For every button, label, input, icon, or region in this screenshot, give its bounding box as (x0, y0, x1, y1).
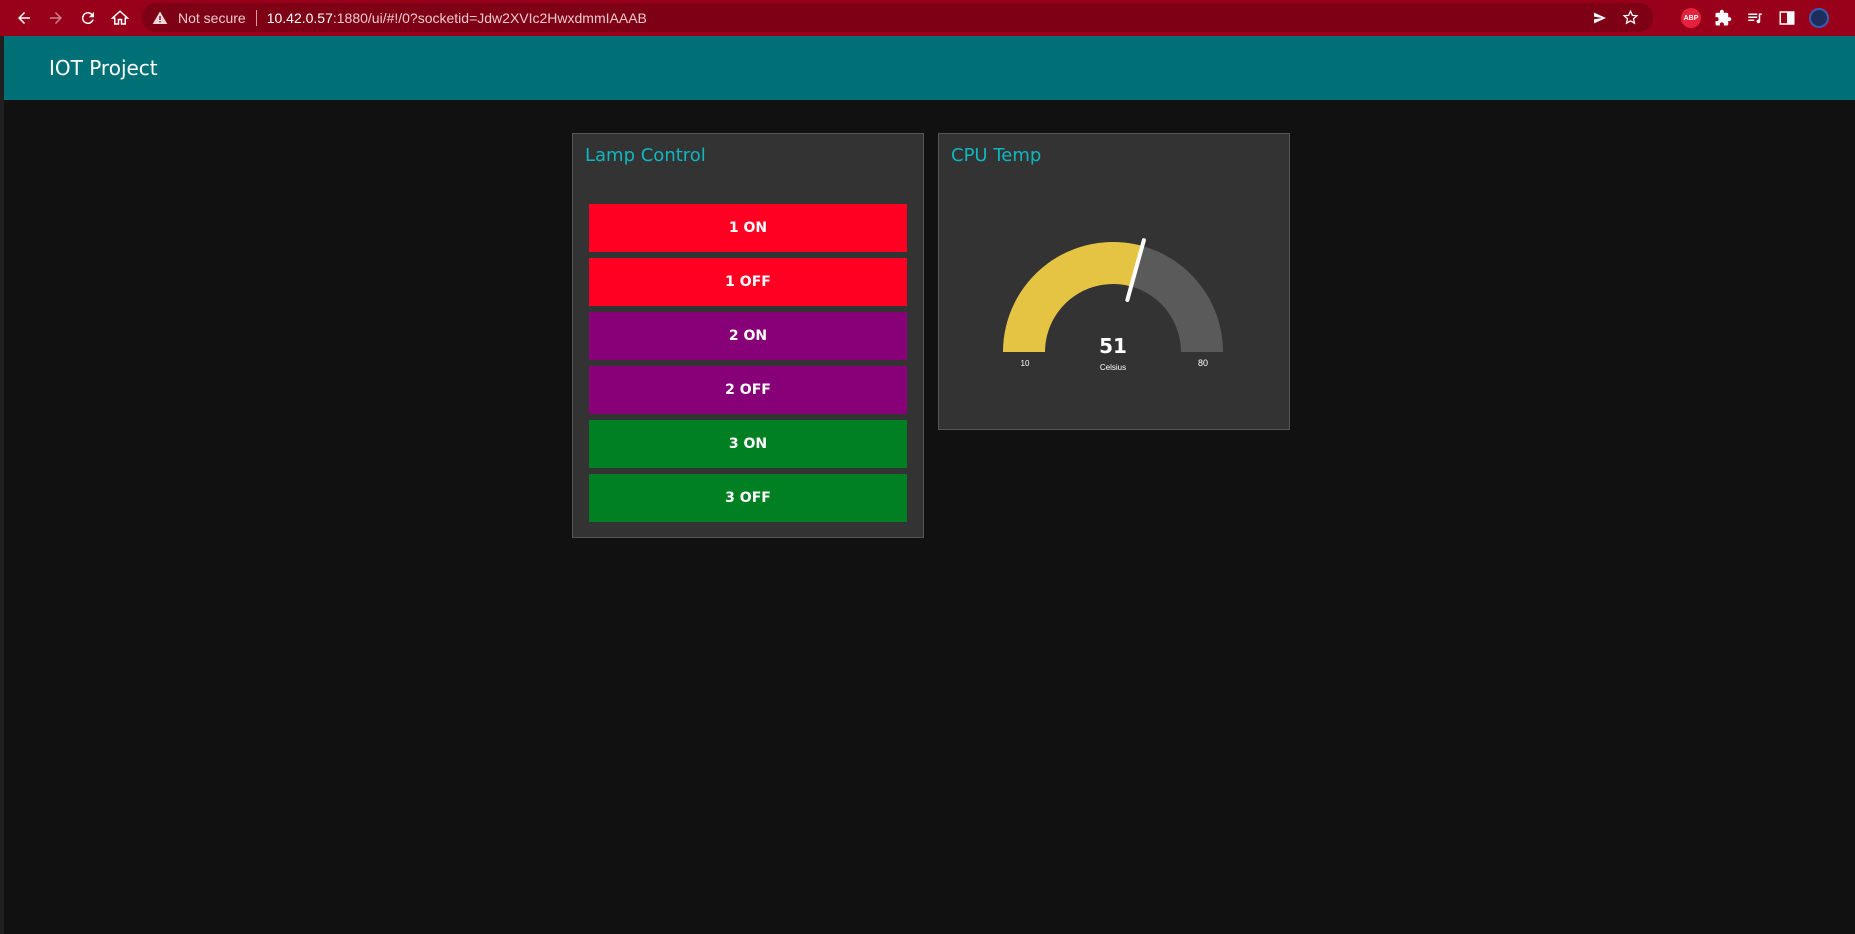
profile-avatar[interactable] (1803, 2, 1835, 34)
gauge-value: 51 (1099, 334, 1127, 358)
cpu-temp-card: CPU Temp 51 Celsius 10 80 (938, 133, 1290, 430)
lamp-1-off-button[interactable]: 1 OFF (589, 258, 907, 306)
bookmark-star-icon[interactable] (1615, 6, 1645, 30)
address-divider (255, 9, 257, 26)
gauge-units: Celsius (1100, 363, 1126, 372)
app-toolbar: IOT Project (4, 36, 1855, 100)
lamp-control-title: Lamp Control (585, 145, 706, 166)
media-playlist-icon[interactable] (1739, 2, 1771, 34)
forward-arrow-icon[interactable] (40, 2, 72, 34)
lamp-2-on-button[interactable]: 2 ON (589, 312, 907, 360)
url-host: 10.42.0.57 (266, 9, 333, 26)
reload-icon[interactable] (72, 2, 104, 34)
lamp-3-off-button[interactable]: 3 OFF (589, 474, 907, 522)
address-bar[interactable]: Not secure 10.42.0.57:1880/ui/#!/0?socke… (142, 3, 1653, 32)
adblock-icon[interactable]: ABP (1675, 2, 1707, 34)
lamp-3-on-button[interactable]: 3 ON (589, 420, 907, 468)
browser-toolbar: Not secure 10.42.0.57:1880/ui/#!/0?socke… (0, 0, 1855, 36)
side-panel-icon[interactable] (1771, 2, 1803, 34)
back-arrow-icon[interactable] (8, 2, 40, 34)
app-title: IOT Project (49, 56, 158, 80)
lamp-1-on-button[interactable]: 1 ON (589, 204, 907, 252)
home-icon[interactable] (104, 2, 136, 34)
warning-icon (152, 9, 170, 27)
page-left-edge (0, 36, 4, 934)
gauge-max-label: 80 (1198, 358, 1208, 368)
extensions-puzzle-icon[interactable] (1707, 2, 1739, 34)
lamp-2-off-button[interactable]: 2 OFF (589, 366, 907, 414)
url-path: :1880/ui/#!/0?socketid=Jdw2XVIc2HwxdmmIA… (332, 9, 647, 26)
send-icon[interactable] (1585, 6, 1615, 30)
lamp-control-card: Lamp Control 1 ON 1 OFF 2 ON 2 OFF 3 ON … (572, 133, 924, 538)
gauge-min-label: 10 (1021, 359, 1030, 368)
security-status[interactable]: Not secure (178, 10, 246, 26)
cpu-temp-gauge: 51 Celsius 10 80 (1003, 238, 1223, 372)
